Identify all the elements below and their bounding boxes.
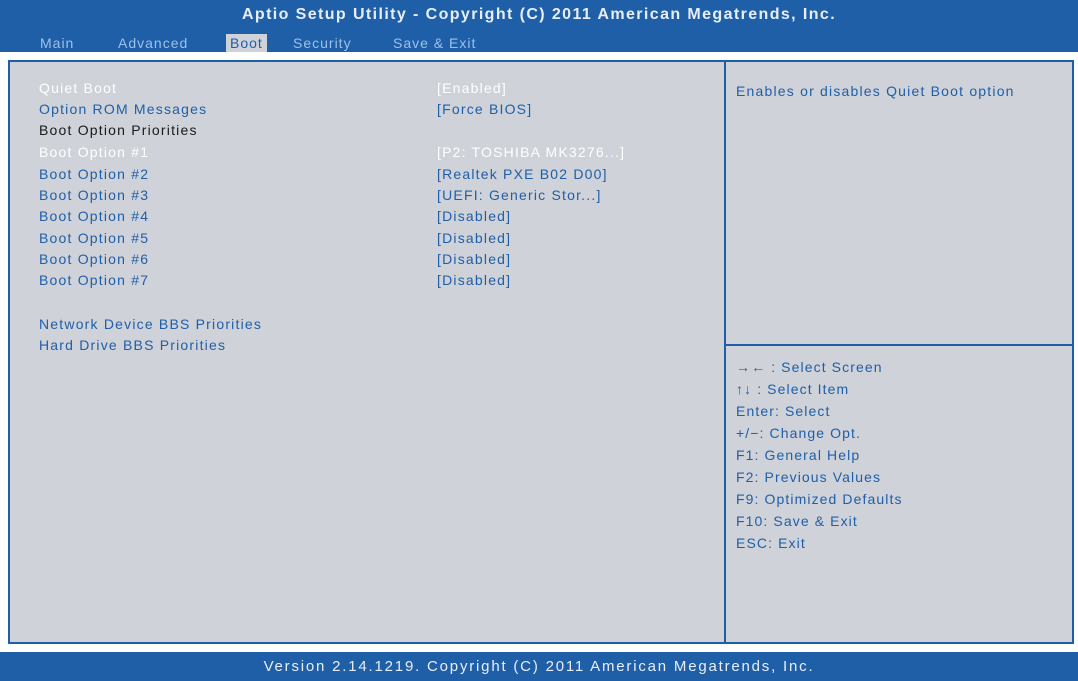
setting-value: [Force BIOS] xyxy=(437,101,533,117)
tab-save-exit[interactable]: Save & Exit xyxy=(393,34,476,52)
bottom-bar: Version 2.14.1219. Copyright (C) 2011 Am… xyxy=(0,652,1078,681)
setting-value: [P2: TOSHIBA MK3276...] xyxy=(437,144,626,160)
key-general-help: F1: General Help xyxy=(736,447,861,463)
key-enter-select: Enter: Select xyxy=(736,403,831,419)
setting-label: Boot Option #7 xyxy=(39,272,150,288)
setting-label: Boot Option #3 xyxy=(39,187,150,203)
setting-label: Network Device BBS Priorities xyxy=(39,316,263,332)
setting-label: Boot Option #4 xyxy=(39,208,150,224)
key-optimized-defaults: F9: Optimized Defaults xyxy=(736,491,903,507)
horizontal-divider xyxy=(726,344,1072,346)
top-bar: Aptio Setup Utility - Copyright (C) 2011… xyxy=(0,0,1078,52)
setting-value: [Enabled] xyxy=(437,80,507,96)
setting-network-device-bbs-priorities[interactable]: Network Device BBS Priorities xyxy=(10,314,710,334)
item-help-text: Enables or disables Quiet Boot option xyxy=(736,83,1015,99)
setting-label: Boot Option #1 xyxy=(39,144,150,160)
setting-value: [UEFI: Generic Stor...] xyxy=(437,187,602,203)
setting-boot-option-1[interactable]: Boot Option #1 [P2: TOSHIBA MK3276...] xyxy=(10,142,710,162)
setting-boot-option-7[interactable]: Boot Option #7 [Disabled] xyxy=(10,270,710,290)
setting-boot-option-3[interactable]: Boot Option #3 [UEFI: Generic Stor...] xyxy=(10,185,710,205)
setting-hard-drive-bbs-priorities[interactable]: Hard Drive BBS Priorities xyxy=(10,335,710,355)
key-change-opt: +/−: Change Opt. xyxy=(736,425,862,441)
main-panel: Quiet Boot [Enabled] Option ROM Messages… xyxy=(8,60,1074,644)
setting-boot-option-5[interactable]: Boot Option #5 [Disabled] xyxy=(10,228,710,248)
setting-label: Boot Option #5 xyxy=(39,230,150,246)
tab-advanced[interactable]: Advanced xyxy=(118,34,188,52)
version-footer: Version 2.14.1219. Copyright (C) 2011 Am… xyxy=(263,658,815,675)
setting-label: Boot Option #6 xyxy=(39,251,150,267)
title: Aptio Setup Utility - Copyright (C) 2011… xyxy=(241,6,837,23)
setting-value: [Disabled] xyxy=(437,251,512,267)
setting-label: Option ROM Messages xyxy=(39,101,208,117)
setting-boot-option-4[interactable]: Boot Option #4 [Disabled] xyxy=(10,206,710,226)
section-header-boot-option-priorities: Boot Option Priorities xyxy=(10,120,710,140)
setting-option-rom-messages[interactable]: Option ROM Messages [Force BIOS] xyxy=(10,99,710,119)
setting-label: Hard Drive BBS Priorities xyxy=(39,337,227,353)
setting-quiet-boot[interactable]: Quiet Boot [Enabled] xyxy=(10,78,710,98)
setting-value: [Disabled] xyxy=(437,208,512,224)
setting-label: Quiet Boot xyxy=(39,80,118,96)
tab-bar: Main Advanced Boot Security Save & Exit xyxy=(0,34,1078,52)
key-legend: →← : Select Screen ↑↓ : Select Item Ente… xyxy=(736,356,903,554)
setting-value: [Disabled] xyxy=(437,230,512,246)
key-save-exit: F10: Save & Exit xyxy=(736,513,858,529)
key-esc-exit: ESC: Exit xyxy=(736,535,806,551)
bios-screen: Aptio Setup Utility - Copyright (C) 2011… xyxy=(0,0,1078,681)
tab-main[interactable]: Main xyxy=(40,34,74,52)
setting-value: [Disabled] xyxy=(437,272,512,288)
vertical-divider xyxy=(724,62,726,642)
setting-boot-option-2[interactable]: Boot Option #2 [Realtek PXE B02 D00] xyxy=(10,164,710,184)
setting-label: Boot Option #2 xyxy=(39,166,150,182)
tab-security[interactable]: Security xyxy=(293,34,352,52)
setting-value: [Realtek PXE B02 D00] xyxy=(437,166,608,182)
section-header-label: Boot Option Priorities xyxy=(39,122,198,138)
tab-boot[interactable]: Boot xyxy=(226,34,267,52)
setting-boot-option-6[interactable]: Boot Option #6 [Disabled] xyxy=(10,249,710,269)
key-select-item: ↑↓ : Select Item xyxy=(736,381,850,397)
key-previous-values: F2: Previous Values xyxy=(736,469,882,485)
key-select-screen: →← : Select Screen xyxy=(736,359,883,375)
